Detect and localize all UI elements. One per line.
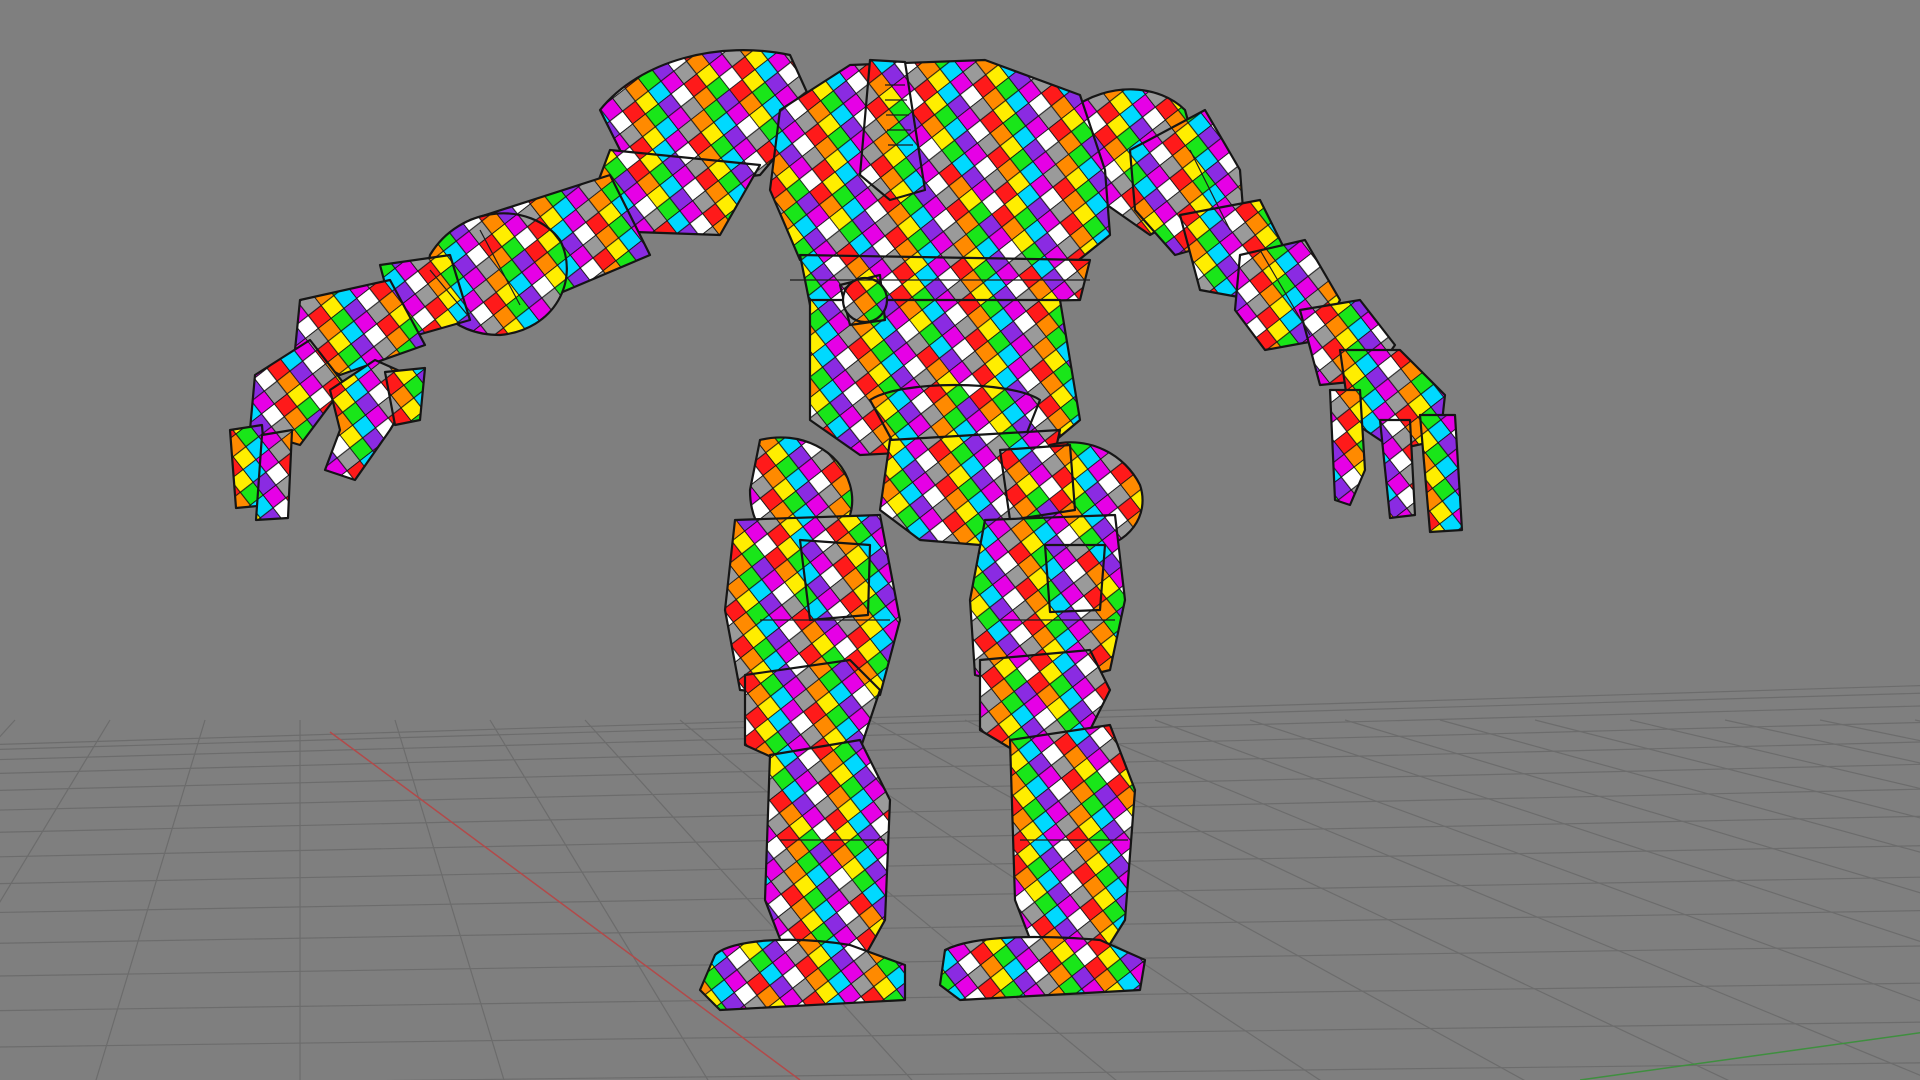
3d-viewport[interactable] bbox=[0, 0, 1920, 1080]
robot-left-arm[interactable] bbox=[1068, 88, 1464, 534]
robot-right-arm[interactable] bbox=[228, 49, 817, 522]
robot-model[interactable] bbox=[228, 49, 1464, 1012]
ground-grid bbox=[0, 685, 1920, 1080]
viewport-canvas[interactable] bbox=[0, 0, 1920, 1080]
